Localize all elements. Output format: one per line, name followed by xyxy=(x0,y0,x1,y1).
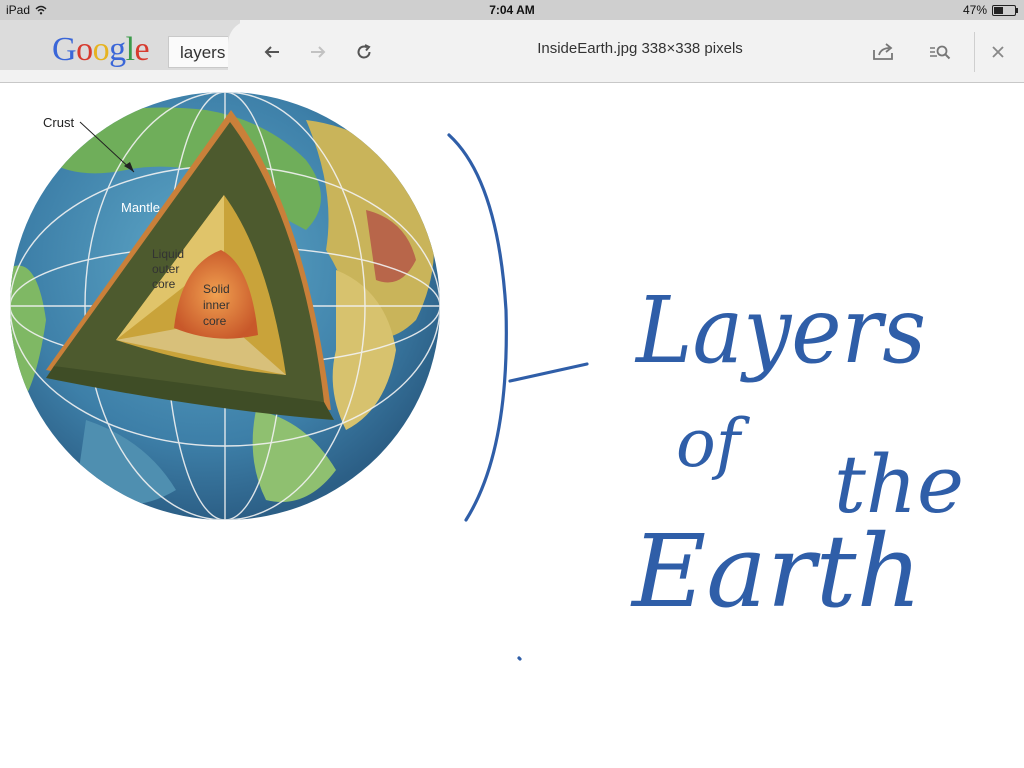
battery-icon xyxy=(992,4,1018,16)
share-button[interactable] xyxy=(870,38,898,66)
close-button[interactable] xyxy=(984,38,1012,66)
back-button[interactable] xyxy=(258,38,286,66)
reload-icon xyxy=(357,44,371,59)
google-logo[interactable]: Google xyxy=(52,33,150,67)
page-title: InsideEarth.jpg 338×338 pixels xyxy=(537,40,743,57)
browser-toolbar: Google layers of the earth InsideEarth.j… xyxy=(0,20,1024,83)
forward-arrow-icon xyxy=(311,46,326,58)
search-input[interactable]: layers of the earth xyxy=(168,36,228,68)
forward-button[interactable] xyxy=(304,38,332,66)
bracket-pointer xyxy=(508,362,589,383)
toolbar-divider xyxy=(974,32,975,72)
status-bar: iPad 7:04 AM 47% xyxy=(0,0,1024,20)
handwritten-of: of xyxy=(676,405,751,482)
tab-curve xyxy=(228,20,258,82)
status-right: 47% xyxy=(962,3,1018,17)
reload-button[interactable] xyxy=(350,38,378,66)
find-in-page-button[interactable] xyxy=(926,38,954,66)
bracket-stroke xyxy=(447,133,508,522)
back-arrow-icon xyxy=(264,46,279,58)
handwritten-annotation: Layers of the Earth xyxy=(447,133,964,661)
clock: 7:04 AM xyxy=(489,3,535,17)
close-icon xyxy=(992,46,1004,58)
handwritten-earth: Earth xyxy=(630,513,922,630)
ink-dot xyxy=(517,656,522,661)
battery-percent: 47% xyxy=(962,3,987,17)
share-icon xyxy=(873,43,893,60)
handwritten-layers: Layers xyxy=(634,277,926,384)
search-in-page-icon xyxy=(930,45,951,60)
